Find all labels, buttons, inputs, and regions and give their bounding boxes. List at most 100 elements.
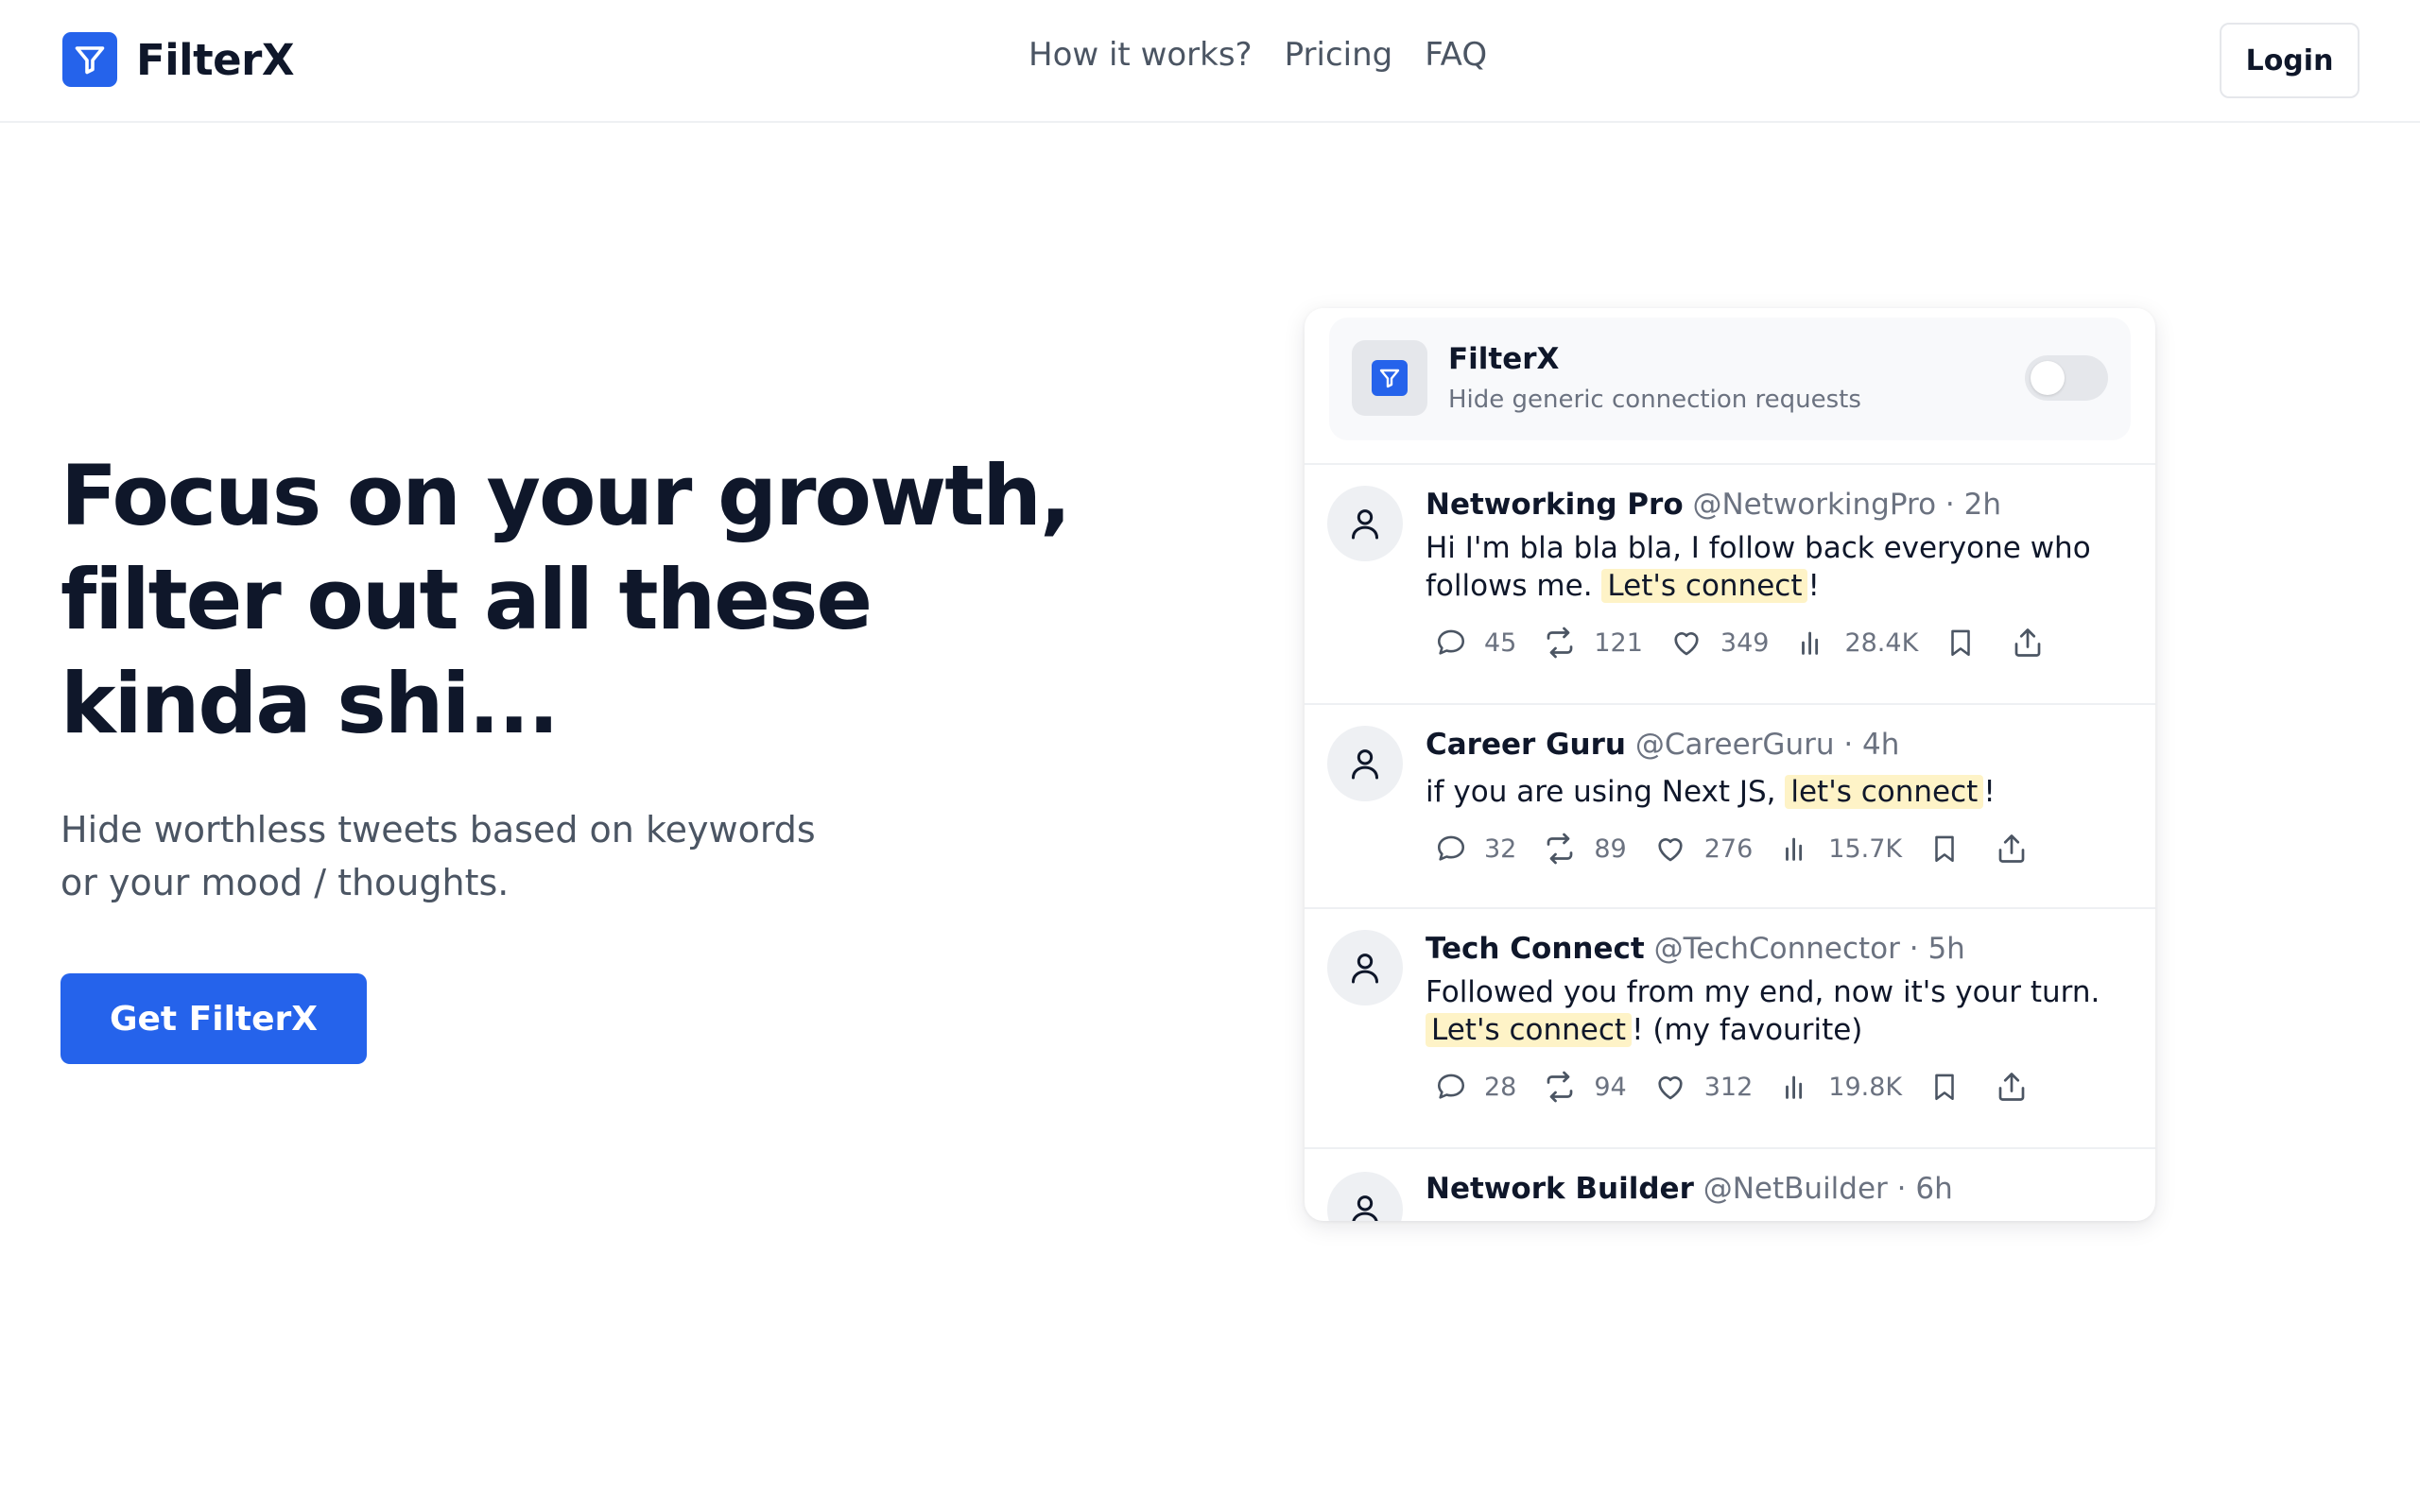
- like-icon: [1674, 632, 1699, 656]
- tweet-author-name[interactable]: Network Builder: [1426, 1172, 1694, 1206]
- nav-link-pricing[interactable]: Pricing: [1285, 36, 1393, 74]
- tweet-text: Followed you from my end, now it's your …: [1426, 973, 2125, 1049]
- view-count: 15.7K: [1828, 833, 1903, 864]
- hero-subtitle: Hide worthless tweets based on keywords …: [60, 803, 892, 909]
- main-nav: How it works? Pricing FAQ: [1028, 36, 1487, 74]
- bookmark-icon: [1951, 629, 1971, 657]
- reply-icon: [1437, 629, 1465, 655]
- extension-bar: FilterX Hide generic connection requests: [1329, 318, 2131, 440]
- tweet-header: Career Guru @CareerGuru · 4h: [1426, 728, 1899, 762]
- bookmark-icon: [1935, 835, 1954, 863]
- tweet-author-name[interactable]: Networking Pro: [1426, 488, 1684, 522]
- bookmark-button[interactable]: [1928, 1071, 1961, 1103]
- tweet-handle: @CareerGuru · 4h: [1634, 728, 1900, 762]
- retweet-count: 94: [1594, 1072, 1627, 1102]
- tweet-text: if you are using Next JS, let's connect!: [1426, 773, 2125, 811]
- views-icon: [1786, 1075, 1803, 1099]
- tweet-header: Networking Pro @NetworkingPro · 2h: [1426, 488, 2001, 522]
- tweet-list: Networking Pro @NetworkingPro · 2h Hi I'…: [1305, 463, 2155, 1221]
- extension-description: Hide generic connection requests: [1448, 386, 1861, 414]
- login-button[interactable]: Login: [2220, 23, 2360, 98]
- tweet-text-after: !: [1983, 775, 1996, 809]
- share-button[interactable]: [1995, 832, 2029, 866]
- extension-icon: [1352, 340, 1427, 416]
- reply-count: 45: [1484, 627, 1517, 658]
- site-header: FilterX How it works? Pricing FAQ Login: [0, 0, 2420, 123]
- like-count: 276: [1703, 833, 1754, 864]
- like-button[interactable]: 349: [1669, 626, 1769, 660]
- share-button[interactable]: [1995, 1070, 2029, 1104]
- view-count: 28.4K: [1844, 627, 1919, 658]
- views-icon: [1786, 837, 1803, 861]
- share-icon: [2014, 628, 2041, 657]
- filter-icon: [62, 32, 117, 87]
- tweet-handle: @NetworkingPro · 2h: [1692, 488, 2001, 522]
- share-icon: [1998, 1073, 2025, 1101]
- retweet-count: 89: [1594, 833, 1627, 864]
- retweet-button[interactable]: 89: [1543, 832, 1627, 866]
- reply-button[interactable]: 45: [1435, 627, 1516, 659]
- tweet-text-before: Followed you from my end, now it's your …: [1426, 975, 2100, 1009]
- extension-preview-card: FilterX Hide generic connection requests…: [1305, 308, 2155, 1221]
- like-button[interactable]: 312: [1653, 1070, 1754, 1104]
- like-count: 312: [1703, 1072, 1754, 1102]
- user-icon: [1327, 726, 1403, 801]
- tweet-header: Tech Connect @TechConnector · 5h: [1426, 932, 1965, 966]
- view-count: 19.8K: [1828, 1072, 1903, 1102]
- user-icon: [1327, 930, 1403, 1005]
- share-button[interactable]: [2011, 626, 2045, 660]
- user-icon: [1327, 1172, 1403, 1221]
- tweet-card[interactable]: Networking Pro @NetworkingPro · 2h Hi I'…: [1305, 465, 2155, 703]
- like-icon: [1658, 838, 1683, 862]
- retweet-icon: [1547, 1071, 1573, 1103]
- tweet-text: Hi I'm bla bla bla, I follow back everyo…: [1426, 529, 2125, 605]
- tweet-actions: 45 121 349 28.4K: [1435, 626, 2079, 660]
- get-filterx-button[interactable]: Get FilterX: [60, 973, 367, 1064]
- tweet-handle: @TechConnector · 5h: [1653, 932, 1965, 966]
- user-icon: [1327, 486, 1403, 561]
- bookmark-button[interactable]: [1945, 627, 1977, 659]
- hero-subtitle-line-1: Hide worthless tweets based on keywords: [60, 809, 816, 850]
- hero-title-line-2: filter out all these: [60, 551, 873, 648]
- highlighted-keyword: let's connect: [1785, 775, 1984, 809]
- tweet-card[interactable]: Network Builder @NetBuilder · 6h: [1305, 1149, 2155, 1221]
- tweet-author-name[interactable]: Career Guru: [1426, 728, 1626, 762]
- retweet-icon: [1547, 833, 1573, 865]
- tweet-actions: 32 89 276 15.7K: [1435, 832, 2063, 866]
- like-icon: [1658, 1076, 1683, 1100]
- retweet-button[interactable]: 94: [1543, 1070, 1627, 1104]
- highlighted-keyword: Let's connect: [1601, 569, 1808, 603]
- tweet-card[interactable]: Career Guru @CareerGuru · 4h if you are …: [1305, 705, 2155, 907]
- tweet-header: Network Builder @NetBuilder · 6h: [1426, 1172, 1953, 1206]
- views-button[interactable]: 28.4K: [1795, 627, 1918, 659]
- views-icon: [1802, 631, 1819, 655]
- bookmark-button[interactable]: [1928, 833, 1961, 865]
- reply-count: 32: [1484, 833, 1517, 864]
- reply-button[interactable]: 32: [1435, 833, 1516, 865]
- filter-icon: [1372, 360, 1408, 396]
- share-icon: [1998, 834, 2025, 863]
- hero-title: Focus on your growth, filter out all the…: [60, 444, 1138, 756]
- highlighted-keyword: Let's connect: [1426, 1013, 1633, 1047]
- hero-title-line-3: kinda shi...: [60, 655, 560, 752]
- tweet-text-after: ! (my favourite): [1632, 1013, 1863, 1047]
- retweet-count: 121: [1594, 627, 1643, 658]
- nav-link-how-it-works[interactable]: How it works?: [1028, 36, 1253, 74]
- tweet-text-after: !: [1807, 569, 1820, 603]
- tweet-actions: 28 94 312 19.8K: [1435, 1070, 2063, 1104]
- tweet-author-name[interactable]: Tech Connect: [1426, 932, 1645, 966]
- brand[interactable]: FilterX: [62, 32, 295, 87]
- reply-button[interactable]: 28: [1435, 1071, 1516, 1103]
- nav-link-faq[interactable]: FAQ: [1425, 36, 1487, 74]
- tweet-card[interactable]: Tech Connect @TechConnector · 5h Followe…: [1305, 909, 2155, 1147]
- bookmark-icon: [1935, 1074, 1954, 1101]
- hero-subtitle-line-2: or your mood / thoughts.: [60, 862, 510, 903]
- tweet-text-before: if you are using Next JS,: [1426, 775, 1786, 809]
- views-button[interactable]: 15.7K: [1779, 833, 1902, 865]
- retweet-icon: [1547, 627, 1573, 659]
- views-button[interactable]: 19.8K: [1779, 1071, 1902, 1103]
- retweet-button[interactable]: 121: [1543, 626, 1643, 660]
- reply-icon: [1437, 835, 1465, 861]
- like-button[interactable]: 276: [1653, 832, 1754, 866]
- filter-toggle[interactable]: [2025, 355, 2108, 401]
